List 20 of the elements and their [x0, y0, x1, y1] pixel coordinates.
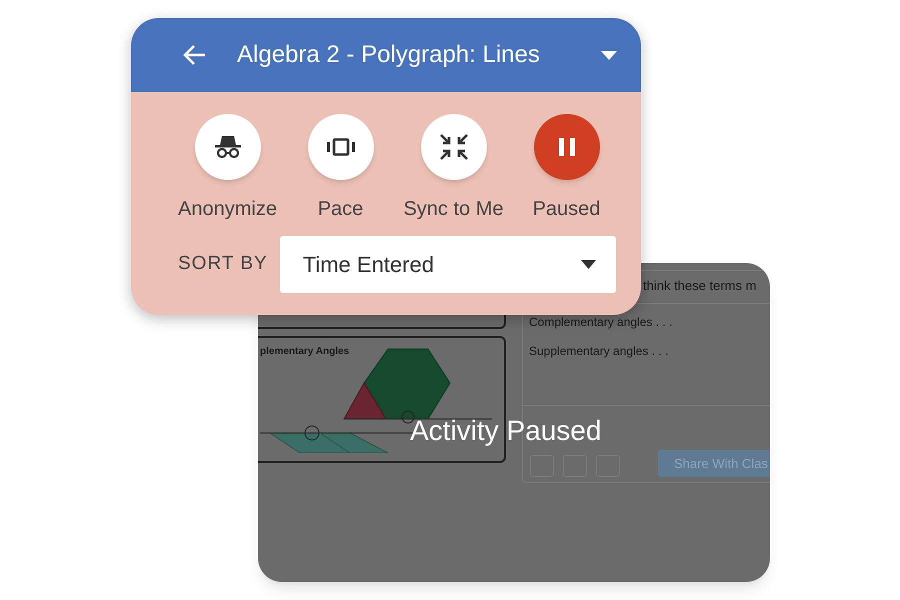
paused-message: Activity Paused: [410, 417, 602, 445]
card-title: plementary Angles: [260, 345, 350, 359]
sort-dropdown[interactable]: Time Entered: [280, 236, 616, 293]
control-label: Pace: [318, 197, 364, 222]
back-arrow-icon[interactable]: [183, 44, 207, 66]
incognito-icon: [212, 135, 242, 159]
control-label: Paused: [532, 197, 600, 222]
response-line: Supplementary angles . . .: [529, 343, 668, 360]
pause-icon: [558, 138, 574, 156]
question-text: think these terms m: [643, 277, 756, 295]
dropdown-caret-icon[interactable]: [601, 50, 617, 60]
response-line: Complementary angles . . .: [529, 314, 672, 331]
collapse-arrows-icon: [438, 133, 468, 161]
dropdown-value: Time Entered: [302, 251, 434, 279]
activity-title[interactable]: Algebra 2 - Polygraph: Lines: [237, 37, 540, 73]
control-label: Anonymize: [178, 197, 277, 222]
dropdown-caret-icon: [580, 260, 596, 269]
control-label: Sync to Me: [403, 197, 504, 222]
pace-icon: [326, 138, 354, 156]
sort-label: SORT BY: [178, 252, 268, 276]
